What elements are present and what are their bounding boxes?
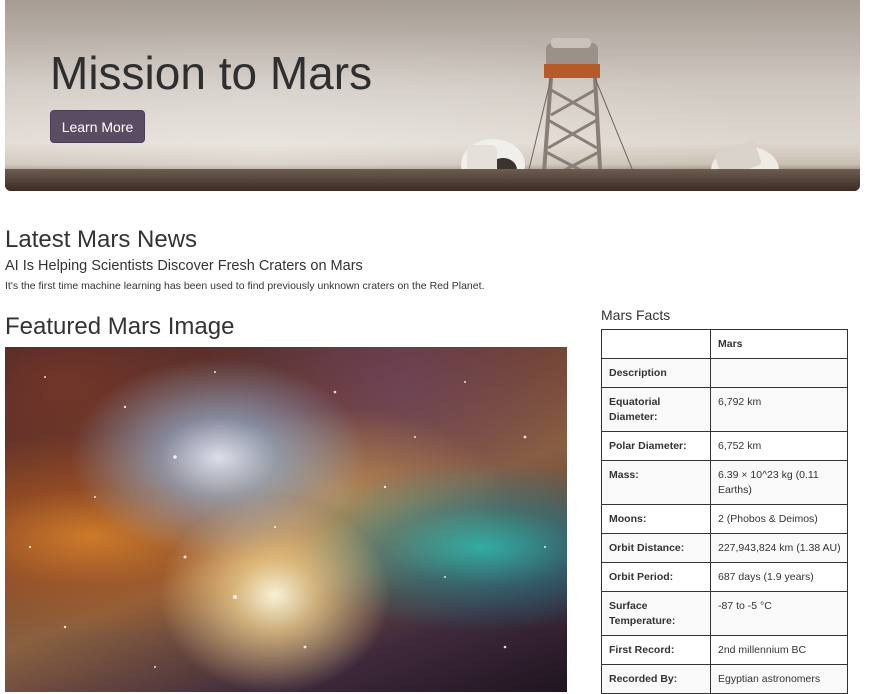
news-title[interactable]: AI Is Helping Scientists Discover Fresh … — [5, 258, 363, 274]
fact-value: 227,943,824 km (1.38 AU) — [710, 533, 848, 563]
table-row: First Record: 2nd millennium BC — [601, 635, 848, 665]
fact-value: 2nd millennium BC — [710, 635, 848, 665]
table-row: Orbit Distance: 227,943,824 km (1.38 AU) — [601, 533, 848, 563]
news-teaser: It's the first time machine learning has… — [5, 280, 485, 292]
fact-label: Polar Diameter: — [601, 431, 711, 461]
fact-label: Moons: — [601, 504, 711, 534]
learn-more-button[interactable]: Learn More — [50, 110, 145, 143]
featured-nebula-image — [5, 347, 567, 692]
table-header-row: Mars — [601, 329, 848, 359]
fact-label: Orbit Period: — [601, 562, 711, 592]
table-row: Recorded By: Egyptian astronomers — [601, 664, 848, 694]
fact-value: 6,792 km — [710, 387, 848, 432]
drill-tower — [524, 38, 640, 187]
table-header-empty — [601, 329, 711, 359]
fact-label: Recorded By: — [601, 664, 711, 694]
table-row: Orbit Period: 687 days (1.9 years) — [601, 562, 848, 592]
fact-label: First Record: — [601, 635, 711, 665]
mars-ground — [5, 169, 860, 191]
fact-value: Egyptian astronomers — [710, 664, 848, 694]
hero-title: Mission to Mars — [50, 47, 373, 99]
hero-banner: Mission to Mars Learn More — [5, 0, 860, 191]
fact-value: -87 to -5 °C — [710, 591, 848, 636]
fact-label: Surface Temperature: — [601, 591, 711, 636]
mars-facts-heading: Mars Facts — [601, 307, 671, 323]
mars-facts-table: Mars Description Equatorial Diameter: 6,… — [601, 329, 848, 694]
fact-value: 6,752 km — [710, 431, 848, 461]
fact-label: Description — [601, 358, 711, 388]
table-header-mars: Mars — [710, 329, 848, 359]
table-row: Moons: 2 (Phobos & Deimos) — [601, 504, 848, 534]
table-row: Surface Temperature: -87 to -5 °C — [601, 591, 848, 636]
fact-value: 2 (Phobos & Deimos) — [710, 504, 848, 534]
latest-news-heading: Latest Mars News — [5, 226, 198, 253]
table-row: Equatorial Diameter: 6,792 km — [601, 387, 848, 432]
featured-image-heading: Featured Mars Image — [5, 313, 235, 340]
fact-value: 6.39 × 10^23 kg (0.11 Earths) — [710, 460, 848, 505]
fact-value: 687 days (1.9 years) — [710, 562, 848, 592]
nebula-stars — [28, 371, 546, 668]
fact-label: Equatorial Diameter: — [601, 387, 711, 432]
fact-value — [710, 358, 848, 388]
table-row: Mass: 6.39 × 10^23 kg (0.11 Earths) — [601, 460, 848, 505]
table-row: Polar Diameter: 6,752 km — [601, 431, 848, 461]
table-row: Description — [601, 358, 848, 388]
fact-label: Mass: — [601, 460, 711, 505]
fact-label: Orbit Distance: — [601, 533, 711, 563]
